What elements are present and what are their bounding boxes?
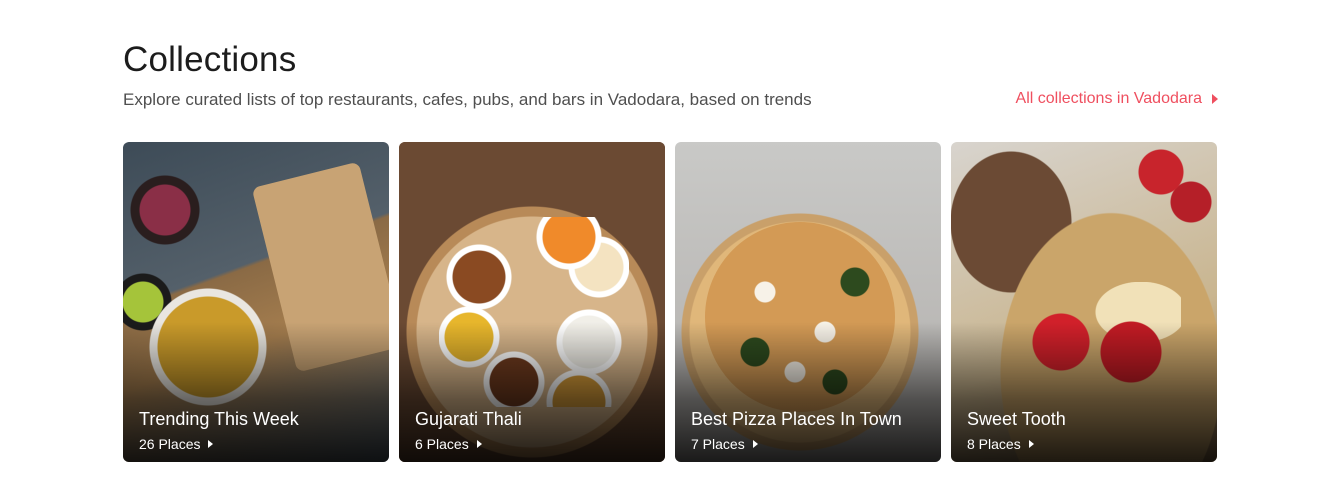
caret-right-icon bbox=[1028, 440, 1034, 448]
caret-right-icon bbox=[1212, 94, 1218, 104]
collection-name: Trending This Week bbox=[139, 409, 299, 429]
collection-places: 6 Places bbox=[415, 436, 482, 452]
places-count: 7 Places bbox=[691, 436, 745, 452]
collections-section: Collections Explore curated lists of top… bbox=[0, 0, 1338, 486]
section-title: Collections bbox=[123, 40, 297, 79]
collection-cards: Trending This Week 26 Places Gujarati Th… bbox=[123, 142, 1217, 462]
caret-right-icon bbox=[752, 440, 758, 448]
section-subtitle: Explore curated lists of top restaurants… bbox=[123, 90, 812, 109]
caret-right-icon bbox=[208, 440, 214, 448]
places-count: 6 Places bbox=[415, 436, 469, 452]
collection-name: Gujarati Thali bbox=[415, 409, 522, 429]
collection-places: 7 Places bbox=[691, 436, 758, 452]
collection-name: Best Pizza Places In Town bbox=[691, 409, 902, 429]
collection-card-sweet-tooth[interactable]: Sweet Tooth 8 Places bbox=[951, 142, 1217, 462]
caret-right-icon bbox=[476, 440, 482, 448]
collection-places: 8 Places bbox=[967, 436, 1034, 452]
collection-card-trending[interactable]: Trending This Week 26 Places bbox=[123, 142, 389, 462]
collection-card-best-pizza[interactable]: Best Pizza Places In Town 7 Places bbox=[675, 142, 941, 462]
collection-card-gujarati-thali[interactable]: Gujarati Thali 6 Places bbox=[399, 142, 665, 462]
all-collections-link[interactable]: All collections in Vadodara bbox=[1016, 90, 1218, 108]
collection-name: Sweet Tooth bbox=[967, 409, 1066, 429]
all-collections-link-label: All collections in Vadodara bbox=[1015, 90, 1202, 107]
collection-places: 26 Places bbox=[139, 436, 214, 452]
places-count: 8 Places bbox=[967, 436, 1021, 452]
places-count: 26 Places bbox=[139, 436, 201, 452]
